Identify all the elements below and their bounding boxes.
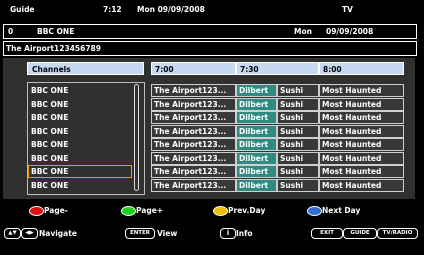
program-cell[interactable]: Sushi — [277, 124, 319, 138]
program-cell[interactable]: The Airport123... — [151, 111, 236, 124]
program-cell[interactable]: Sushi — [277, 97, 319, 111]
program-cell[interactable]: The Airport123... — [151, 124, 236, 138]
program-cell[interactable]: Dilbert — [236, 151, 277, 165]
program-cell[interactable]: Most Haunted — [319, 97, 404, 111]
program-cell[interactable]: Dilbert — [236, 178, 277, 192]
exit-button[interactable]: EXIT — [311, 228, 343, 239]
program-cell[interactable]: The Airport123... — [151, 165, 236, 178]
channel-name: BBC ONE — [37, 27, 75, 36]
green-key-icon — [121, 206, 136, 216]
program-cell[interactable]: Most Haunted — [319, 165, 404, 178]
program-cell[interactable]: Sushi — [277, 84, 319, 97]
current-date: Mon 09/09/2008 — [137, 5, 205, 14]
up-down-icon: ▲▼ — [4, 228, 21, 239]
page-up-label: Page+ — [136, 206, 164, 215]
channel-row-name[interactable]: BBC ONE — [28, 111, 132, 124]
mode-label: TV — [342, 5, 353, 14]
program-cell[interactable]: Most Haunted — [319, 84, 404, 97]
program-cell[interactable]: The Airport123... — [151, 151, 236, 165]
guide-title: Guide — [10, 5, 35, 14]
channel-row-name[interactable]: BBC ONE — [28, 152, 132, 165]
channel-row-name[interactable]: BBC ONE — [28, 165, 132, 178]
program-info-bar: The Airport123456789 — [3, 41, 417, 56]
view-label: View — [157, 229, 178, 238]
program-cell[interactable]: Dilbert — [236, 84, 277, 97]
info-date: 09/09/2008 — [326, 27, 374, 36]
red-key-icon — [29, 206, 44, 216]
info-day: Mon — [294, 27, 312, 36]
program-cell[interactable]: The Airport123... — [151, 178, 236, 192]
blue-key-icon — [307, 206, 322, 216]
next-day-label: Next Day — [322, 206, 361, 215]
info-key-icon[interactable]: i — [220, 228, 236, 239]
program-cell[interactable]: Dilbert — [236, 165, 277, 178]
program-cell[interactable]: Dilbert — [236, 124, 277, 138]
channels-header: Channels — [27, 62, 144, 75]
channel-row-name[interactable]: BBC ONE — [28, 84, 132, 97]
tv-radio-button[interactable]: TV/RADIO — [377, 228, 418, 239]
page-down-label: Page- — [44, 206, 68, 215]
channel-row-name[interactable]: BBC ONE — [28, 179, 132, 192]
channel-number: 0 — [8, 27, 14, 36]
program-cell[interactable]: The Airport123... — [151, 84, 236, 97]
info-label: Info — [236, 229, 253, 238]
current-time: 7:12 — [103, 5, 122, 14]
guide-button[interactable]: GUIDE — [343, 228, 377, 239]
enter-key[interactable]: ENTER — [125, 228, 155, 239]
program-cell[interactable]: Sushi — [277, 111, 319, 124]
channel-row-name[interactable]: BBC ONE — [28, 138, 132, 151]
program-cell[interactable]: Most Haunted — [319, 178, 404, 192]
program-cell[interactable]: The Airport123... — [151, 97, 236, 111]
time-slot-730: 7:30 — [236, 62, 319, 75]
channel-info-bar: 0 BBC ONE Mon 09/09/2008 — [3, 24, 417, 39]
left-right-icon: ◀▶ — [21, 228, 38, 239]
program-cell[interactable]: Most Haunted — [319, 111, 404, 124]
time-slot-700: 7:00 — [151, 62, 236, 75]
program-cell[interactable]: Dilbert — [236, 97, 277, 111]
program-cell[interactable]: Sushi — [277, 178, 319, 192]
program-cell[interactable]: Sushi — [277, 138, 319, 151]
program-cell[interactable]: Most Haunted — [319, 138, 404, 151]
program-cell[interactable]: The Airport123... — [151, 138, 236, 151]
program-cell[interactable]: Sushi — [277, 151, 319, 165]
yellow-key-icon — [213, 206, 228, 216]
channel-scrollbar[interactable] — [134, 84, 139, 191]
channel-row-name[interactable]: BBC ONE — [28, 125, 132, 138]
program-cell[interactable]: Dilbert — [236, 138, 277, 151]
program-cell[interactable]: Dilbert — [236, 111, 277, 124]
program-cell[interactable]: Most Haunted — [319, 151, 404, 165]
channel-row-name[interactable]: BBC ONE — [28, 98, 132, 111]
navigate-label: Navigate — [39, 229, 77, 238]
program-title: The Airport123456789 — [6, 44, 101, 53]
program-cell[interactable]: Sushi — [277, 165, 319, 178]
prev-day-label: Prev.Day — [228, 206, 266, 215]
program-cell[interactable]: Most Haunted — [319, 124, 404, 138]
time-slot-800: 8:00 — [319, 62, 404, 75]
